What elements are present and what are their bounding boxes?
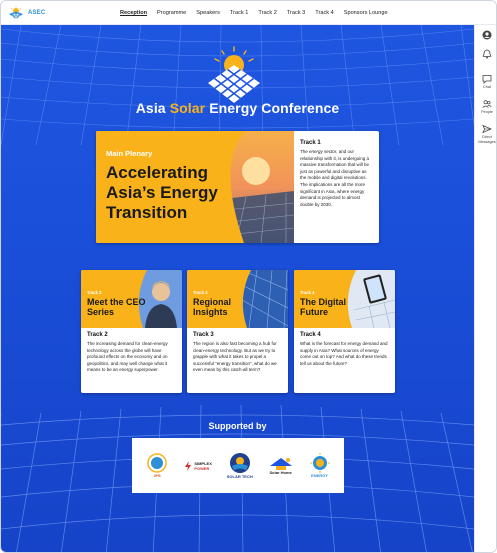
sponsor-ips[interactable]: IPS [145, 453, 169, 478]
track-4-card[interactable]: Track 4 The Digital Future Track 4 What … [294, 270, 395, 393]
rail-chat-button[interactable]: Chat [475, 74, 496, 90]
rail-direct-messages-button[interactable]: Direct Messages [475, 124, 496, 144]
plenary-track-title: Track 1 [300, 140, 321, 146]
sponsor-solar-home[interactable]: Solar Home [268, 456, 294, 475]
solar-tech-logo-icon [229, 453, 250, 473]
right-rail: Chat People Direct Messages [474, 25, 496, 552]
sponsor-simplex-sub: POWER [194, 465, 210, 471]
rail-people-button[interactable]: People [475, 99, 496, 115]
track-2-title: Track 2 [87, 332, 108, 338]
title-accent: Solar [169, 100, 206, 116]
plenary-body: The energy sector, and our relationship … [300, 149, 374, 208]
nav-speakers[interactable]: Speakers [191, 1, 225, 25]
nav-programme[interactable]: Programme [152, 1, 191, 25]
solar-logo-icon [9, 6, 23, 20]
reception-main: Asia Solar Energy Conference Main Plenar… [1, 25, 474, 552]
track-3-kicker: Track 3 [193, 290, 208, 295]
sponsor-energy[interactable]: ENERGY [309, 453, 331, 478]
sponsor-simplex-power[interactable]: SIMPLEX POWER [184, 460, 212, 471]
user-circle-icon [482, 30, 492, 40]
track-2-description: Track 2 The increasing demand for clean-… [87, 332, 177, 374]
title-pre: Asia [135, 100, 170, 116]
sponsor-solar-home-name: Solar Home [269, 470, 292, 475]
nav-sponsors-lounge[interactable]: Sponsors Lounge [339, 1, 393, 25]
rail-notifications-button[interactable] [475, 49, 496, 59]
supported-by-heading: Supported by [208, 421, 267, 431]
rail-profile-button[interactable] [475, 30, 496, 40]
nav-reception[interactable]: Reception [115, 1, 152, 25]
nav-track-1[interactable]: Track 1 [225, 1, 253, 25]
solar-home-logo-icon [269, 458, 292, 470]
bolt-icon [185, 460, 192, 471]
track-2-card[interactable]: Track 2 Meet the CEO Series Track 2 The … [81, 270, 182, 393]
track-4-title: Track 4 [300, 332, 321, 338]
rail-chat-label: Chat [482, 85, 492, 89]
plenary-description: Track 1 The energy sector, and our relat… [300, 140, 374, 208]
main-plenary-card[interactable]: Main Plenary Accelerating Asia’s Energy … [96, 131, 379, 243]
track-4-description: Track 4 What is the forecast for energy … [300, 332, 390, 367]
rail-people-label: People [481, 110, 493, 114]
title-post: Energy Conference [205, 100, 340, 116]
people-icon [482, 100, 492, 108]
plenary-headline: Accelerating Asia’s Energy Transition [106, 163, 218, 222]
app-logo[interactable]: ASEC [7, 4, 45, 22]
track-3-headline: Regional Insights [193, 297, 232, 317]
track-3-title: Track 3 [193, 332, 214, 338]
track-3-description: Track 3 The region is also fast becoming… [193, 332, 283, 374]
track-4-headline: The Digital Future [300, 297, 347, 317]
rail-direct-messages-label: Direct Messages [478, 135, 496, 144]
nav-track-2[interactable]: Track 2 [253, 1, 281, 25]
sponsor-logos-panel: IPS SIMPLEX POWER SOLAR TECH Solar Home … [132, 438, 344, 493]
sponsor-solar-tech[interactable]: SOLAR TECH [227, 452, 253, 479]
top-nav-bar: ASEC Reception Programme Speakers Track … [1, 1, 496, 25]
track-3-body: The region is also fast becoming a hub f… [193, 341, 277, 373]
plenary-kicker: Main Plenary [106, 149, 153, 158]
plenary-body-lead: The energy sector [300, 149, 337, 154]
app-window: ASEC Reception Programme Speakers Track … [0, 0, 497, 553]
track-2-body: The increasing demand for clean-energy t… [87, 341, 168, 373]
track-2-kicker: Track 2 [87, 290, 102, 295]
send-icon [482, 124, 492, 134]
nav-track-4[interactable]: Track 4 [310, 1, 338, 25]
main-nav: Reception Programme Speakers Track 1 Tra… [115, 1, 393, 25]
app-logo-text: ASEC [28, 10, 46, 16]
sponsor-ips-name: IPS [154, 473, 161, 478]
sponsor-solar-tech-name: SOLAR TECH [226, 474, 253, 479]
track-2-headline: Meet the CEO Series [87, 297, 146, 317]
energy-sun-logo-icon [309, 453, 330, 473]
track-4-body: What is the forecast for energy demand a… [300, 341, 388, 366]
plenary-body-text: , and our relationship with it, is under… [300, 149, 370, 207]
bell-icon [482, 49, 492, 59]
ips-logo-icon [147, 453, 168, 473]
track-4-kicker: Track 4 [300, 290, 315, 295]
chat-icon [482, 75, 492, 84]
track-3-card[interactable]: Track 3 Regional Insights Track 3 The re… [187, 270, 288, 393]
sponsor-energy-name: ENERGY [311, 473, 328, 478]
conference-title: Asia Solar Energy Conference [1, 100, 474, 116]
nav-track-3[interactable]: Track 3 [282, 1, 310, 25]
